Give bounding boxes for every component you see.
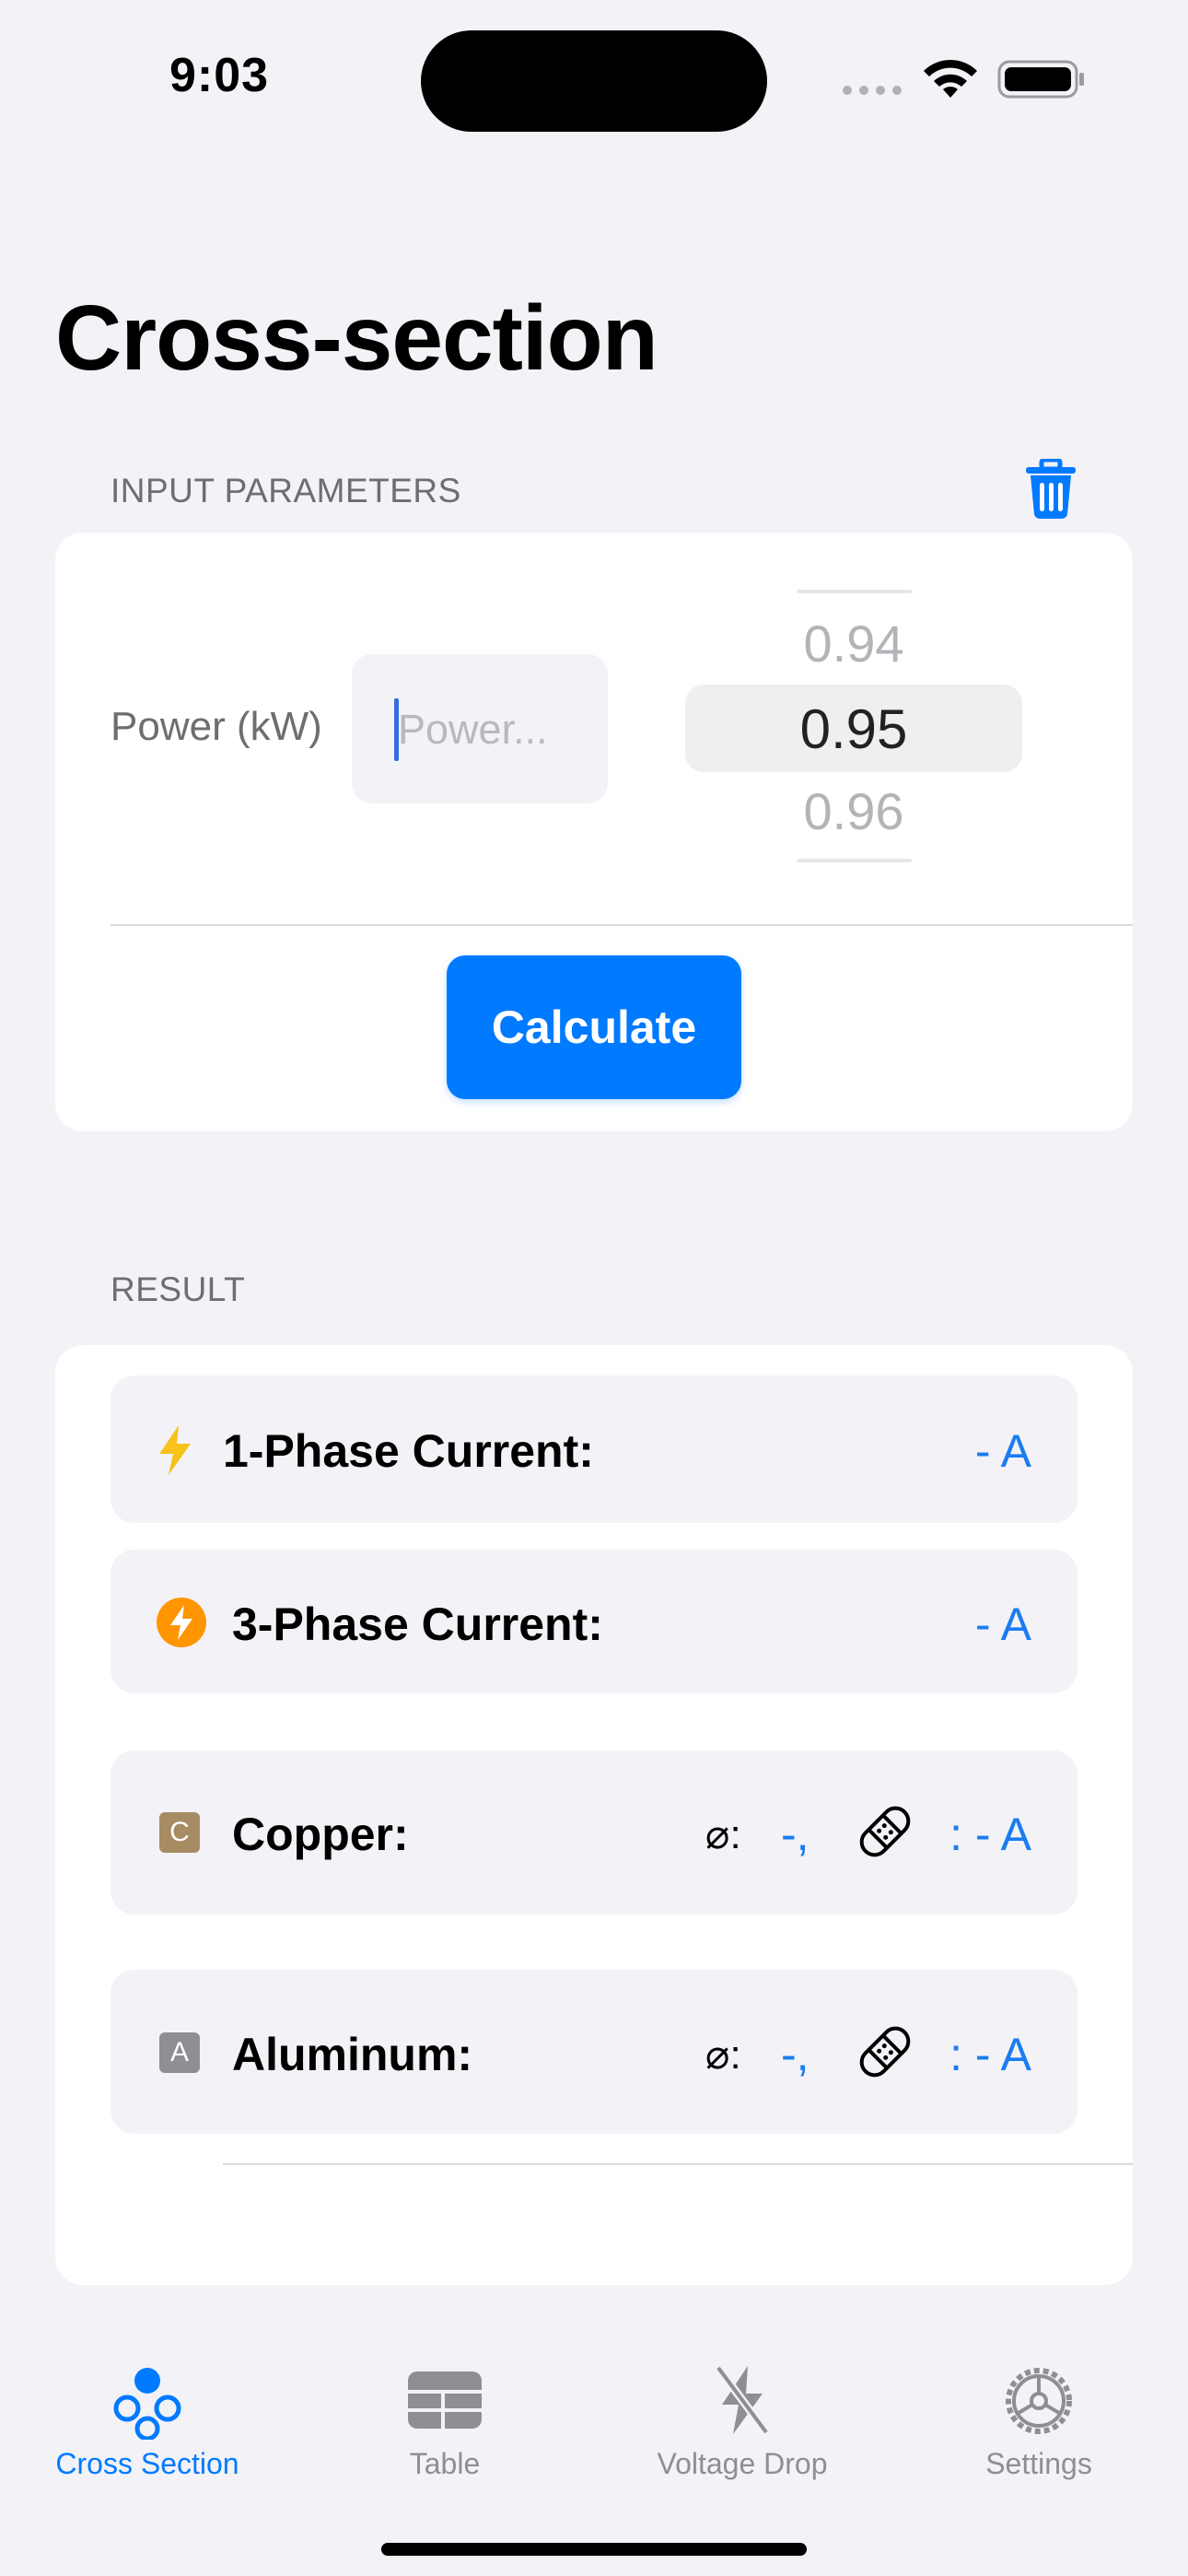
power-label: Power (kW) bbox=[111, 704, 322, 749]
result-divider bbox=[223, 2163, 1133, 2165]
three-phase-value: - A bbox=[974, 1598, 1031, 1650]
tab-settings[interactable]: Settings bbox=[928, 2355, 1149, 2502]
picker-selected-option[interactable]: 0.95 bbox=[685, 697, 1022, 761]
power-placeholder: Power... bbox=[398, 706, 548, 753]
tab-table[interactable]: Table bbox=[334, 2355, 555, 2502]
tab-label: Cross Section bbox=[55, 2447, 239, 2480]
battery-icon bbox=[997, 60, 1084, 99]
bandage-icon bbox=[859, 2026, 911, 2078]
gear-tab-icon bbox=[1006, 2368, 1072, 2434]
copper-current-value: : - A bbox=[949, 1809, 1031, 1860]
aluminum-label: Aluminum: bbox=[232, 2029, 473, 2080]
home-indicator[interactable] bbox=[381, 2543, 807, 2556]
cellular-signal-icon bbox=[843, 86, 902, 95]
diameter-symbol: ⌀: bbox=[705, 1812, 741, 1857]
picker-edge-top bbox=[797, 590, 912, 593]
single-phase-label: 1-Phase Current: bbox=[223, 1425, 594, 1477]
input-parameters-header: INPUT PARAMETERS bbox=[111, 472, 461, 509]
aluminum-chip-icon: A bbox=[159, 2032, 200, 2073]
page-title: Cross-section bbox=[55, 287, 658, 390]
copper-label: Copper: bbox=[232, 1809, 409, 1860]
copper-diameter-value: -, bbox=[781, 1809, 809, 1860]
dynamic-island bbox=[421, 30, 767, 132]
text-cursor bbox=[394, 698, 399, 761]
aluminum-diameter-value: -, bbox=[781, 2029, 809, 2080]
diameter-symbol: ⌀: bbox=[705, 2032, 741, 2078]
tab-label: Voltage Drop bbox=[657, 2447, 828, 2480]
picker-option[interactable]: 0.96 bbox=[685, 781, 1022, 841]
trash-icon[interactable] bbox=[1024, 459, 1077, 520]
bolt-circle-icon bbox=[157, 1598, 206, 1647]
single-phase-value: - A bbox=[974, 1425, 1031, 1477]
table-tab-icon bbox=[408, 2371, 482, 2429]
cross-section-tab-icon bbox=[113, 2368, 181, 2440]
result-header: RESULT bbox=[111, 1270, 246, 1308]
tab-label: Settings bbox=[985, 2447, 1092, 2480]
calculate-button[interactable]: Calculate bbox=[447, 955, 741, 1099]
bandage-icon bbox=[859, 1806, 911, 1857]
copper-chip-icon: C bbox=[159, 1812, 200, 1853]
tab-cross-section[interactable]: Cross Section bbox=[37, 2355, 258, 2502]
status-time: 9:03 bbox=[169, 49, 270, 102]
wifi-icon bbox=[924, 59, 977, 98]
aluminum-current-value: : - A bbox=[949, 2029, 1031, 2080]
input-divider bbox=[111, 924, 1133, 926]
bolt-slash-tab-icon bbox=[715, 2365, 770, 2435]
three-phase-label: 3-Phase Current: bbox=[232, 1598, 603, 1650]
tab-label: Table bbox=[409, 2447, 481, 2480]
bolt-icon bbox=[159, 1425, 191, 1475]
picker-option[interactable]: 0.94 bbox=[685, 614, 1022, 673]
picker-edge-bottom bbox=[797, 859, 912, 862]
tab-voltage-drop[interactable]: Voltage Drop bbox=[632, 2355, 853, 2502]
